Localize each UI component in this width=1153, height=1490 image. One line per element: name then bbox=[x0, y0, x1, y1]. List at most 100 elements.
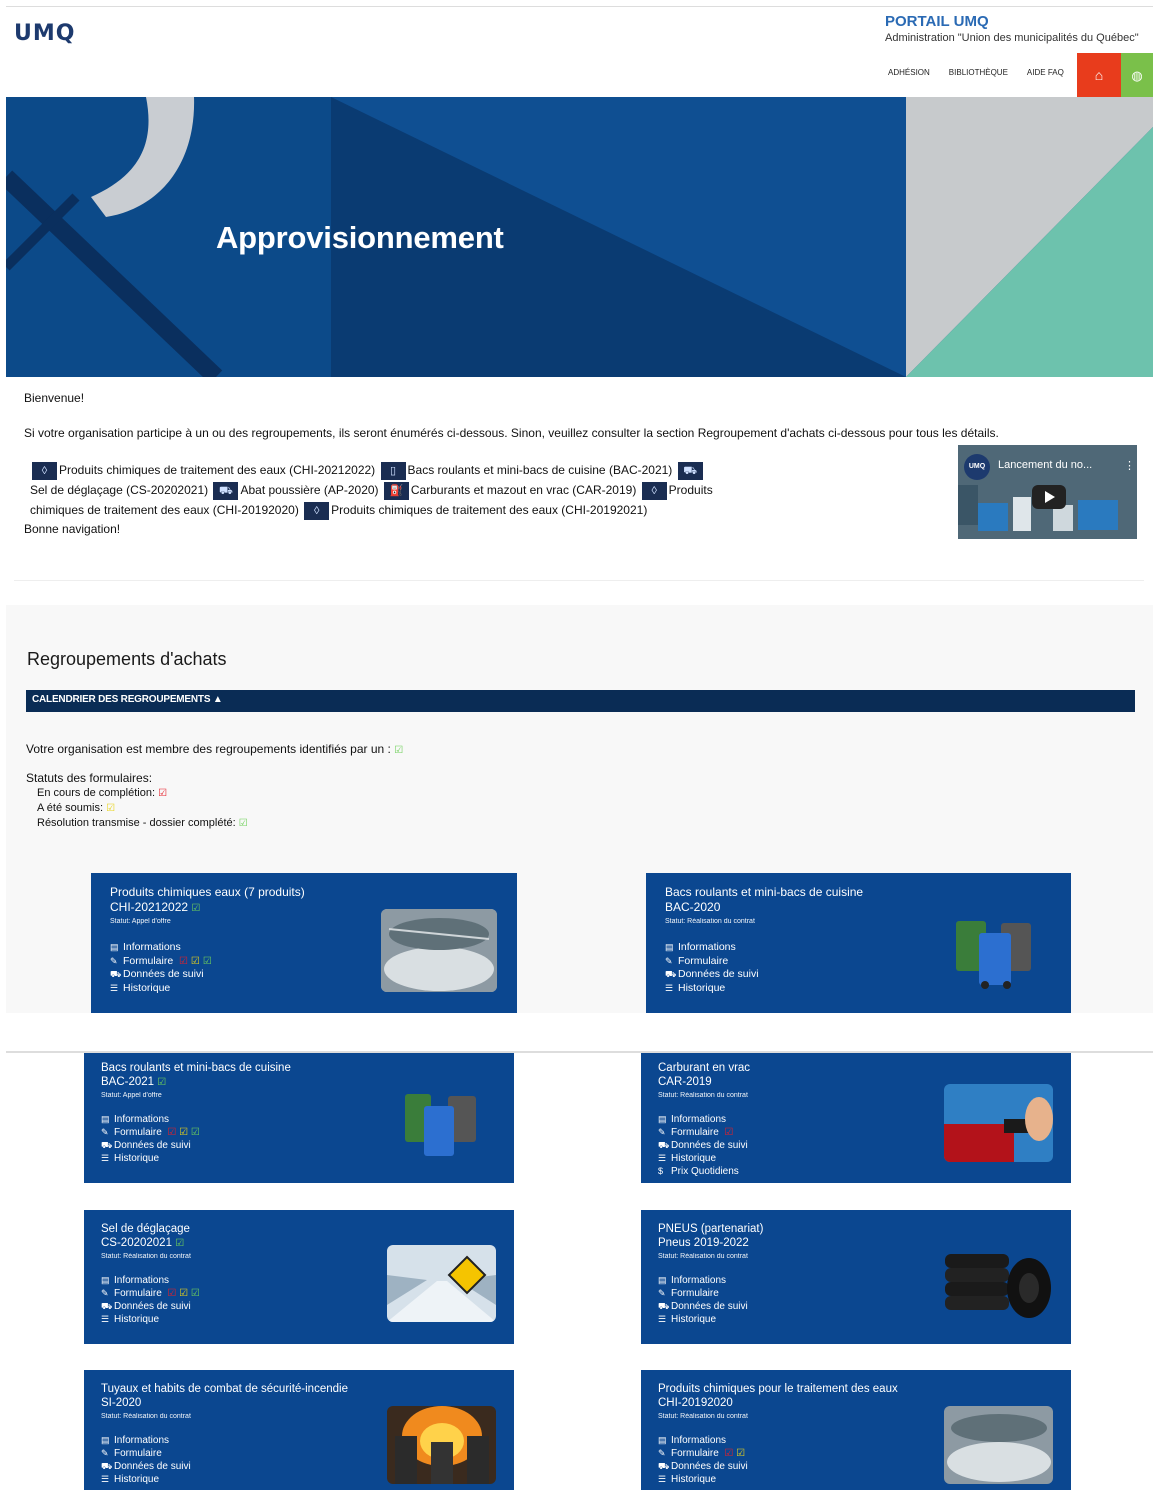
group-card[interactable]: Sel de déglaçage CS-20202021 ☑ Statut: Ré… bbox=[84, 1210, 514, 1344]
daily-prices-link[interactable]: $ Prix Quotidiens bbox=[658, 1165, 748, 1178]
group-card[interactable]: Produits chimiques pour le traitement de… bbox=[641, 1370, 1071, 1490]
globe-icon: ◍ bbox=[1131, 68, 1143, 83]
video-title: Lancement du no... bbox=[998, 459, 1093, 471]
tracking-link[interactable]: ⛟ Données de suivi bbox=[658, 1139, 748, 1152]
card-title: Produits chimiques eaux (7 produits) bbox=[110, 885, 305, 899]
nav-bibliotheque[interactable]: BIBLIOTHÈQUE bbox=[949, 68, 1008, 77]
card-title: Carburant en vrac bbox=[658, 1062, 751, 1074]
member-groups-list: ◊ Produits chimiques de traitement des ea… bbox=[30, 460, 755, 520]
status-complete: Résolution transmise - dossier complété: bbox=[37, 817, 236, 829]
group-card[interactable]: Produits chimiques eaux (7 produits) CHI-… bbox=[91, 873, 517, 1013]
card-title: Sel de déglaçage bbox=[101, 1223, 190, 1235]
intro-text: Si votre organisation participe à un ou … bbox=[24, 426, 999, 440]
form-link[interactable]: ✎ Formulaire bbox=[658, 1287, 748, 1300]
edit-icon: ✎ bbox=[665, 955, 673, 966]
tracking-link[interactable]: ⛟ Données de suivi bbox=[658, 1300, 748, 1313]
purchasing-title: Regroupements d'achats bbox=[27, 649, 227, 669]
tracking-link[interactable]: ⛟ Données de suivi bbox=[658, 1460, 748, 1473]
group-link[interactable]: Produits chimiques de traitement des eau… bbox=[331, 503, 647, 517]
form-link[interactable]: ✎ Formulaire ☑ ☑ ☑ bbox=[101, 1287, 200, 1300]
list-icon: ☰ bbox=[101, 1314, 110, 1324]
form-link[interactable]: ✎ Formulaire ☑ bbox=[658, 1126, 748, 1139]
group-card[interactable]: Carburant en vrac CAR-2019 Statut: Réalis… bbox=[641, 1053, 1071, 1183]
document-icon: ▤ bbox=[101, 1275, 110, 1285]
tracking-link[interactable]: ⛟ Données de suivi bbox=[101, 1460, 191, 1473]
info-link[interactable]: ▤ Informations bbox=[665, 941, 759, 955]
form-link[interactable]: ✎ Formulaire ☑ ☑ ☑ bbox=[101, 1126, 200, 1139]
umq-logo[interactable]: UMQ bbox=[14, 21, 75, 46]
card-status: Statut: Appel d'offre bbox=[110, 918, 171, 925]
truck-icon: ⛟ bbox=[101, 1140, 113, 1150]
tracking-link[interactable]: ⛟ Données de suivi bbox=[101, 1139, 200, 1152]
more-vert-icon[interactable]: ⋮ bbox=[1124, 459, 1135, 472]
info-link[interactable]: ▤ Informations bbox=[110, 941, 212, 955]
check-green-icon: ☑ bbox=[238, 818, 248, 829]
group-link[interactable]: Sel de déglaçage (CS-20202021) bbox=[30, 483, 208, 497]
group-card[interactable]: Bacs roulants et mini-bacs de cuisine BAC… bbox=[646, 873, 1071, 1013]
water-drop-icon: ◊ bbox=[32, 461, 57, 480]
edit-icon: ✎ bbox=[658, 1127, 666, 1137]
list-icon: ☰ bbox=[658, 1153, 667, 1163]
truck-icon: ⛟ bbox=[658, 1301, 670, 1311]
tracking-link[interactable]: ⛟ Données de suivi bbox=[101, 1300, 200, 1313]
group-link[interactable]: Produits chimiques de traitement des eau… bbox=[59, 463, 375, 477]
card-code: SI-2020 bbox=[101, 1397, 142, 1409]
group-link[interactable]: Bacs roulants et mini-bacs de cuisine (B… bbox=[408, 463, 673, 477]
history-link[interactable]: ☰ Historique bbox=[658, 1152, 748, 1165]
page-seam bbox=[0, 1013, 1153, 1051]
card-title: Bacs roulants et mini-bacs de cuisine bbox=[101, 1062, 291, 1074]
group-link[interactable]: Abat poussière (AP-2020) bbox=[240, 483, 378, 497]
status-in-progress: En cours de complétion: bbox=[37, 787, 156, 799]
edit-icon: ✎ bbox=[101, 1448, 109, 1458]
calendar-toggle[interactable]: CALENDRIER DES REGROUPEMENTS ▲ bbox=[26, 690, 1135, 712]
history-link[interactable]: ☰ Historique bbox=[101, 1473, 191, 1486]
nav-adhesion[interactable]: ADHÉSION bbox=[888, 68, 930, 77]
card-status: Statut: Réalisation du contrat bbox=[658, 1413, 748, 1420]
info-link[interactable]: ▤ Informations bbox=[101, 1113, 200, 1126]
card-code: CHI-20212022 bbox=[110, 900, 189, 914]
home-icon: ⌂ bbox=[1094, 67, 1104, 83]
member-text: Votre organisation est membre des regrou… bbox=[26, 742, 391, 756]
group-link[interactable]: Carburants et mazout en vrac (CAR-2019) bbox=[411, 483, 636, 497]
form-link[interactable]: ✎ Formulaire ☑ ☑ bbox=[658, 1447, 748, 1460]
home-button[interactable]: ⌂ bbox=[1077, 53, 1121, 98]
welcome-text: Bienvenue! bbox=[24, 391, 85, 405]
info-link[interactable]: ▤ Informations bbox=[658, 1274, 748, 1287]
check-green-icon: ☑ bbox=[175, 1238, 185, 1249]
group-card[interactable]: PNEUS (partenariat) Pneus 2019-2022 Statu… bbox=[641, 1210, 1071, 1344]
play-icon[interactable] bbox=[1032, 485, 1066, 509]
card-status: Statut: Réalisation du contrat bbox=[658, 1092, 748, 1099]
group-card[interactable]: Tuyaux et habits de combat de sécurité-i… bbox=[84, 1370, 514, 1490]
hero-title: Approvisionnement bbox=[216, 220, 504, 255]
history-link[interactable]: ☰ Historique bbox=[101, 1152, 200, 1165]
form-link[interactable]: ✎ Formulaire ☑ ☑ ☑ bbox=[110, 955, 212, 969]
tracking-link[interactable]: ⛟ Données de suivi bbox=[665, 968, 759, 982]
card-code: BAC-2020 bbox=[665, 900, 721, 914]
card-code: Pneus 2019-2022 bbox=[658, 1237, 749, 1249]
truck-icon: ⛟ bbox=[101, 1461, 113, 1471]
group-card[interactable]: Bacs roulants et mini-bacs de cuisine BAC… bbox=[84, 1053, 514, 1183]
truck-icon: ⛟ bbox=[101, 1301, 113, 1311]
history-link[interactable]: ☰ Historique bbox=[658, 1313, 748, 1326]
tracking-link[interactable]: ⛟ Données de suivi bbox=[110, 968, 212, 982]
tires-image bbox=[941, 1246, 1055, 1322]
card-title: PNEUS (partenariat) bbox=[658, 1223, 764, 1235]
history-link[interactable]: ☰ Historique bbox=[101, 1313, 200, 1326]
info-link[interactable]: ▤ Informations bbox=[658, 1113, 748, 1126]
globe-button[interactable]: ◍ bbox=[1121, 53, 1153, 98]
history-link[interactable]: ☰ Historique bbox=[665, 982, 759, 996]
truck-icon: ⛟ bbox=[213, 481, 239, 500]
history-link[interactable]: ☰ Historique bbox=[110, 982, 212, 996]
nav-aide-faq[interactable]: AIDE FAQ bbox=[1027, 68, 1064, 77]
card-status: Statut: Appel d'offre bbox=[101, 1092, 162, 1099]
history-link[interactable]: ☰ Historique bbox=[658, 1473, 748, 1486]
video-player[interactable]: UMQ Lancement du no... ⋮ bbox=[958, 445, 1137, 539]
form-link[interactable]: ✎ Formulaire bbox=[101, 1447, 191, 1460]
check-green-icon: ☑ bbox=[157, 1077, 167, 1088]
info-link[interactable]: ▤ Informations bbox=[101, 1434, 191, 1447]
info-link[interactable]: ▤ Informations bbox=[101, 1274, 200, 1287]
water-treatment-image bbox=[944, 1406, 1053, 1484]
fuel-nozzle-image bbox=[944, 1084, 1053, 1162]
form-link[interactable]: ✎ Formulaire bbox=[665, 955, 759, 969]
info-link[interactable]: ▤ Informations bbox=[658, 1434, 748, 1447]
